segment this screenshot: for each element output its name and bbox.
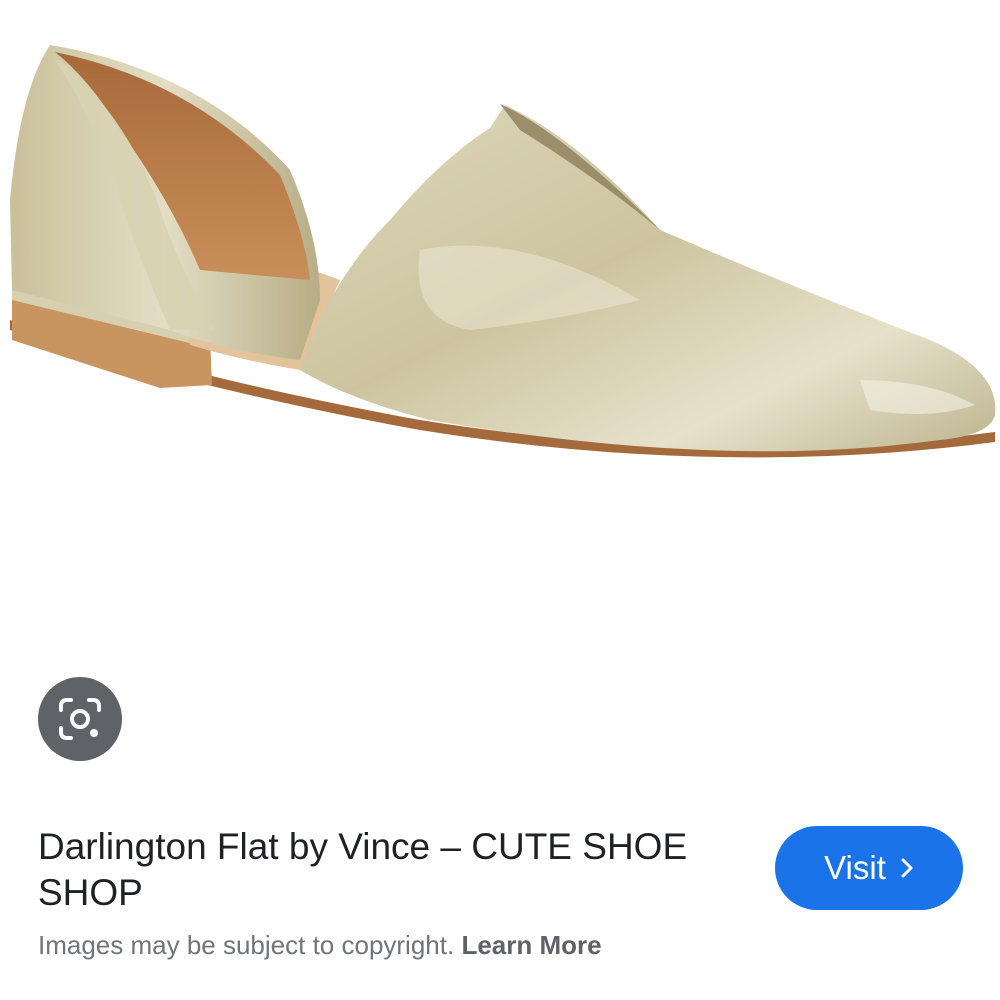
copyright-notice: Images may be subject to copyright. Lear… — [38, 930, 602, 961]
visit-button-label: Visit — [824, 849, 886, 886]
product-image[interactable] — [0, 0, 1000, 500]
google-lens-icon — [59, 698, 101, 740]
chevron-right-icon — [900, 857, 914, 879]
image-result-page: Darlington Flat by Vince – CUTE SHOE SHO… — [0, 0, 1000, 1000]
learn-more-link[interactable]: Learn More — [461, 930, 601, 960]
visit-button[interactable]: Visit — [775, 826, 963, 910]
result-title[interactable]: Darlington Flat by Vince – CUTE SHOE SHO… — [38, 824, 738, 916]
copyright-text: Images may be subject to copyright. — [38, 930, 455, 960]
google-lens-button[interactable] — [38, 677, 122, 761]
